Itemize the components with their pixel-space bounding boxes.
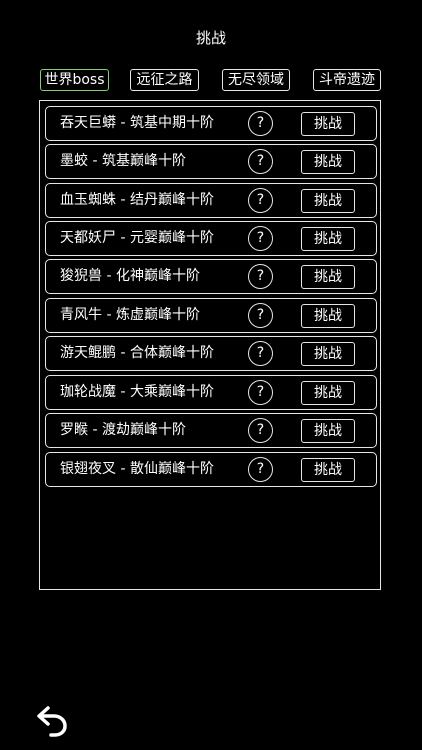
boss-row: 墨蛟 - 筑基巅峰十阶 ? 挑战 bbox=[45, 144, 377, 179]
question-circle-icon[interactable]: ? bbox=[248, 264, 273, 289]
boss-row: 青风牛 - 炼虚巅峰十阶 ? 挑战 bbox=[45, 298, 377, 333]
challenge-button[interactable]: 挑战 bbox=[301, 150, 355, 174]
boss-name: 吞天巨蟒 - 筑基中期十阶 bbox=[60, 115, 214, 131]
challenge-button[interactable]: 挑战 bbox=[301, 189, 355, 213]
challenge-button[interactable]: 挑战 bbox=[301, 304, 355, 328]
question-circle-icon[interactable]: ? bbox=[248, 418, 273, 443]
challenge-button[interactable]: 挑战 bbox=[301, 419, 355, 443]
question-circle-icon[interactable]: ? bbox=[248, 226, 273, 251]
question-circle-icon[interactable]: ? bbox=[248, 303, 273, 328]
boss-name: 游天鲲鹏 - 合体巅峰十阶 bbox=[60, 345, 214, 361]
boss-row: 狻猊兽 - 化神巅峰十阶 ? 挑战 bbox=[45, 259, 377, 294]
question-circle-icon[interactable]: ? bbox=[248, 341, 273, 366]
boss-row: 天都妖尸 - 元婴巅峰十阶 ? 挑战 bbox=[45, 221, 377, 256]
tab-expedition-road[interactable]: 远征之路 bbox=[130, 69, 199, 91]
challenge-button[interactable]: 挑战 bbox=[301, 227, 355, 251]
boss-list-panel: 吞天巨蟒 - 筑基中期十阶 ? 挑战 墨蛟 - 筑基巅峰十阶 ? 挑战 血玉蜘蛛… bbox=[39, 100, 381, 590]
tab-endless-domain[interactable]: 无尽领域 bbox=[222, 69, 290, 91]
boss-name: 珈轮战魔 - 大乘巅峰十阶 bbox=[60, 384, 214, 400]
question-circle-icon[interactable]: ? bbox=[248, 457, 273, 482]
challenge-button[interactable]: 挑战 bbox=[301, 381, 355, 405]
boss-name: 狻猊兽 - 化神巅峰十阶 bbox=[60, 268, 200, 284]
challenge-button[interactable]: 挑战 bbox=[301, 112, 355, 136]
boss-name: 天都妖尸 - 元婴巅峰十阶 bbox=[60, 230, 214, 246]
boss-name: 银翅夜叉 - 散仙巅峰十阶 bbox=[60, 461, 214, 477]
challenge-button[interactable]: 挑战 bbox=[301, 265, 355, 289]
boss-name: 墨蛟 - 筑基巅峰十阶 bbox=[60, 153, 186, 169]
boss-row: 银翅夜叉 - 散仙巅峰十阶 ? 挑战 bbox=[45, 452, 377, 487]
boss-row: 珈轮战魔 - 大乘巅峰十阶 ? 挑战 bbox=[45, 375, 377, 410]
boss-name: 罗睺 - 渡劫巅峰十阶 bbox=[60, 422, 186, 438]
boss-name: 青风牛 - 炼虚巅峰十阶 bbox=[60, 307, 200, 323]
question-circle-icon[interactable]: ? bbox=[248, 149, 273, 174]
boss-row: 血玉蜘蛛 - 结丹巅峰十阶 ? 挑战 bbox=[45, 183, 377, 218]
tab-world-boss[interactable]: 世界boss bbox=[40, 69, 109, 91]
challenge-button[interactable]: 挑战 bbox=[301, 458, 355, 482]
question-circle-icon[interactable]: ? bbox=[248, 188, 273, 213]
boss-row: 吞天巨蟒 - 筑基中期十阶 ? 挑战 bbox=[45, 106, 377, 141]
back-arrow-icon bbox=[37, 706, 67, 737]
back-button[interactable] bbox=[36, 704, 70, 738]
boss-name: 血玉蜘蛛 - 结丹巅峰十阶 bbox=[60, 192, 214, 208]
question-circle-icon[interactable]: ? bbox=[248, 111, 273, 136]
challenge-button[interactable]: 挑战 bbox=[301, 342, 355, 366]
boss-row: 游天鲲鹏 - 合体巅峰十阶 ? 挑战 bbox=[45, 336, 377, 371]
question-circle-icon[interactable]: ? bbox=[248, 380, 273, 405]
boss-row: 罗睺 - 渡劫巅峰十阶 ? 挑战 bbox=[45, 413, 377, 448]
page-title: 挑战 bbox=[195, 29, 226, 47]
tab-dou-di-ruins[interactable]: 斗帝遗迹 bbox=[313, 69, 381, 91]
